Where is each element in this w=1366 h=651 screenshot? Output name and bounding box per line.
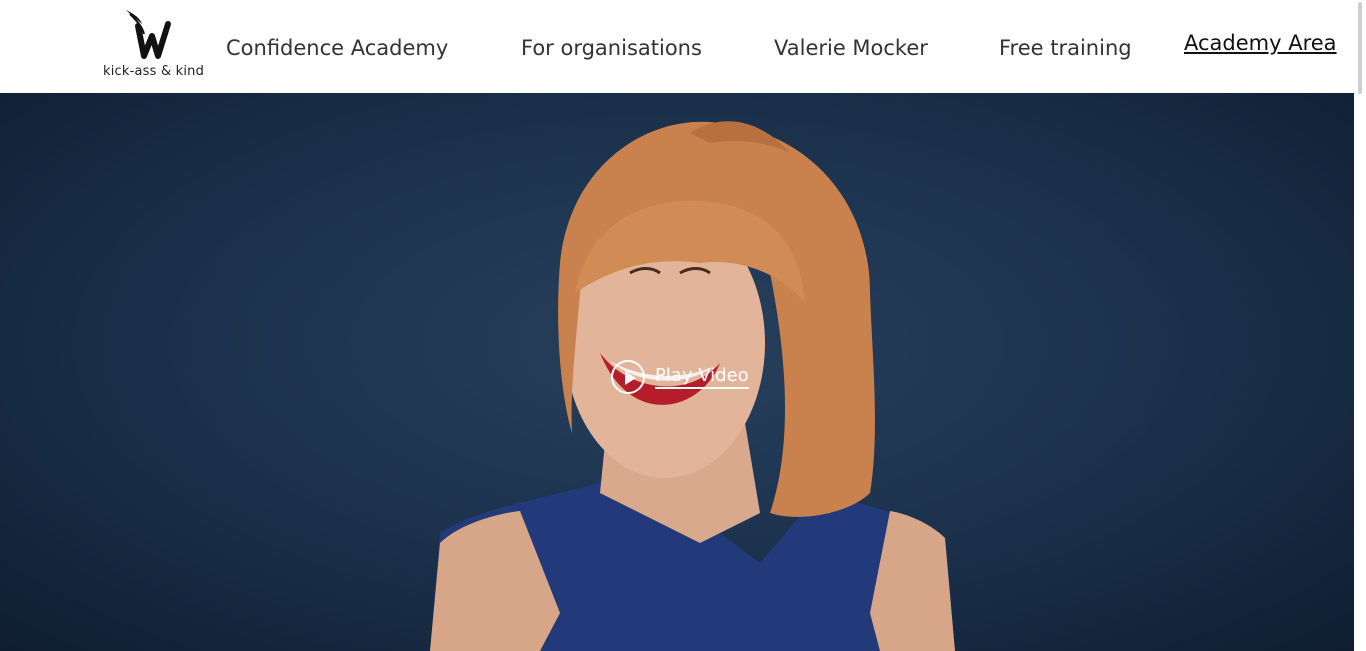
play-video-label[interactable]: Play Video — [655, 365, 749, 389]
academy-area-link[interactable]: Academy Area — [1184, 31, 1337, 55]
winged-w-logo-icon — [126, 10, 171, 59]
scrollbar-thumb[interactable] — [1358, 2, 1362, 94]
site-header: kick-ass & kind Confidence Academy For o… — [0, 0, 1354, 93]
page-scrollbar[interactable] — [1354, 0, 1366, 651]
play-video-button[interactable]: Play Video — [611, 358, 749, 396]
nav-valerie-mocker[interactable]: Valerie Mocker — [774, 36, 928, 60]
logo-tagline: kick-ass & kind — [103, 64, 205, 79]
nav-free-training[interactable]: Free training — [999, 36, 1132, 60]
nav-confidence-academy[interactable]: Confidence Academy — [226, 36, 448, 60]
site-logo[interactable]: kick-ass & kind — [100, 8, 204, 82]
hero-video[interactable]: Play Video — [0, 93, 1354, 651]
play-circle-icon[interactable] — [611, 360, 645, 394]
nav-for-organisations[interactable]: For organisations — [521, 36, 702, 60]
